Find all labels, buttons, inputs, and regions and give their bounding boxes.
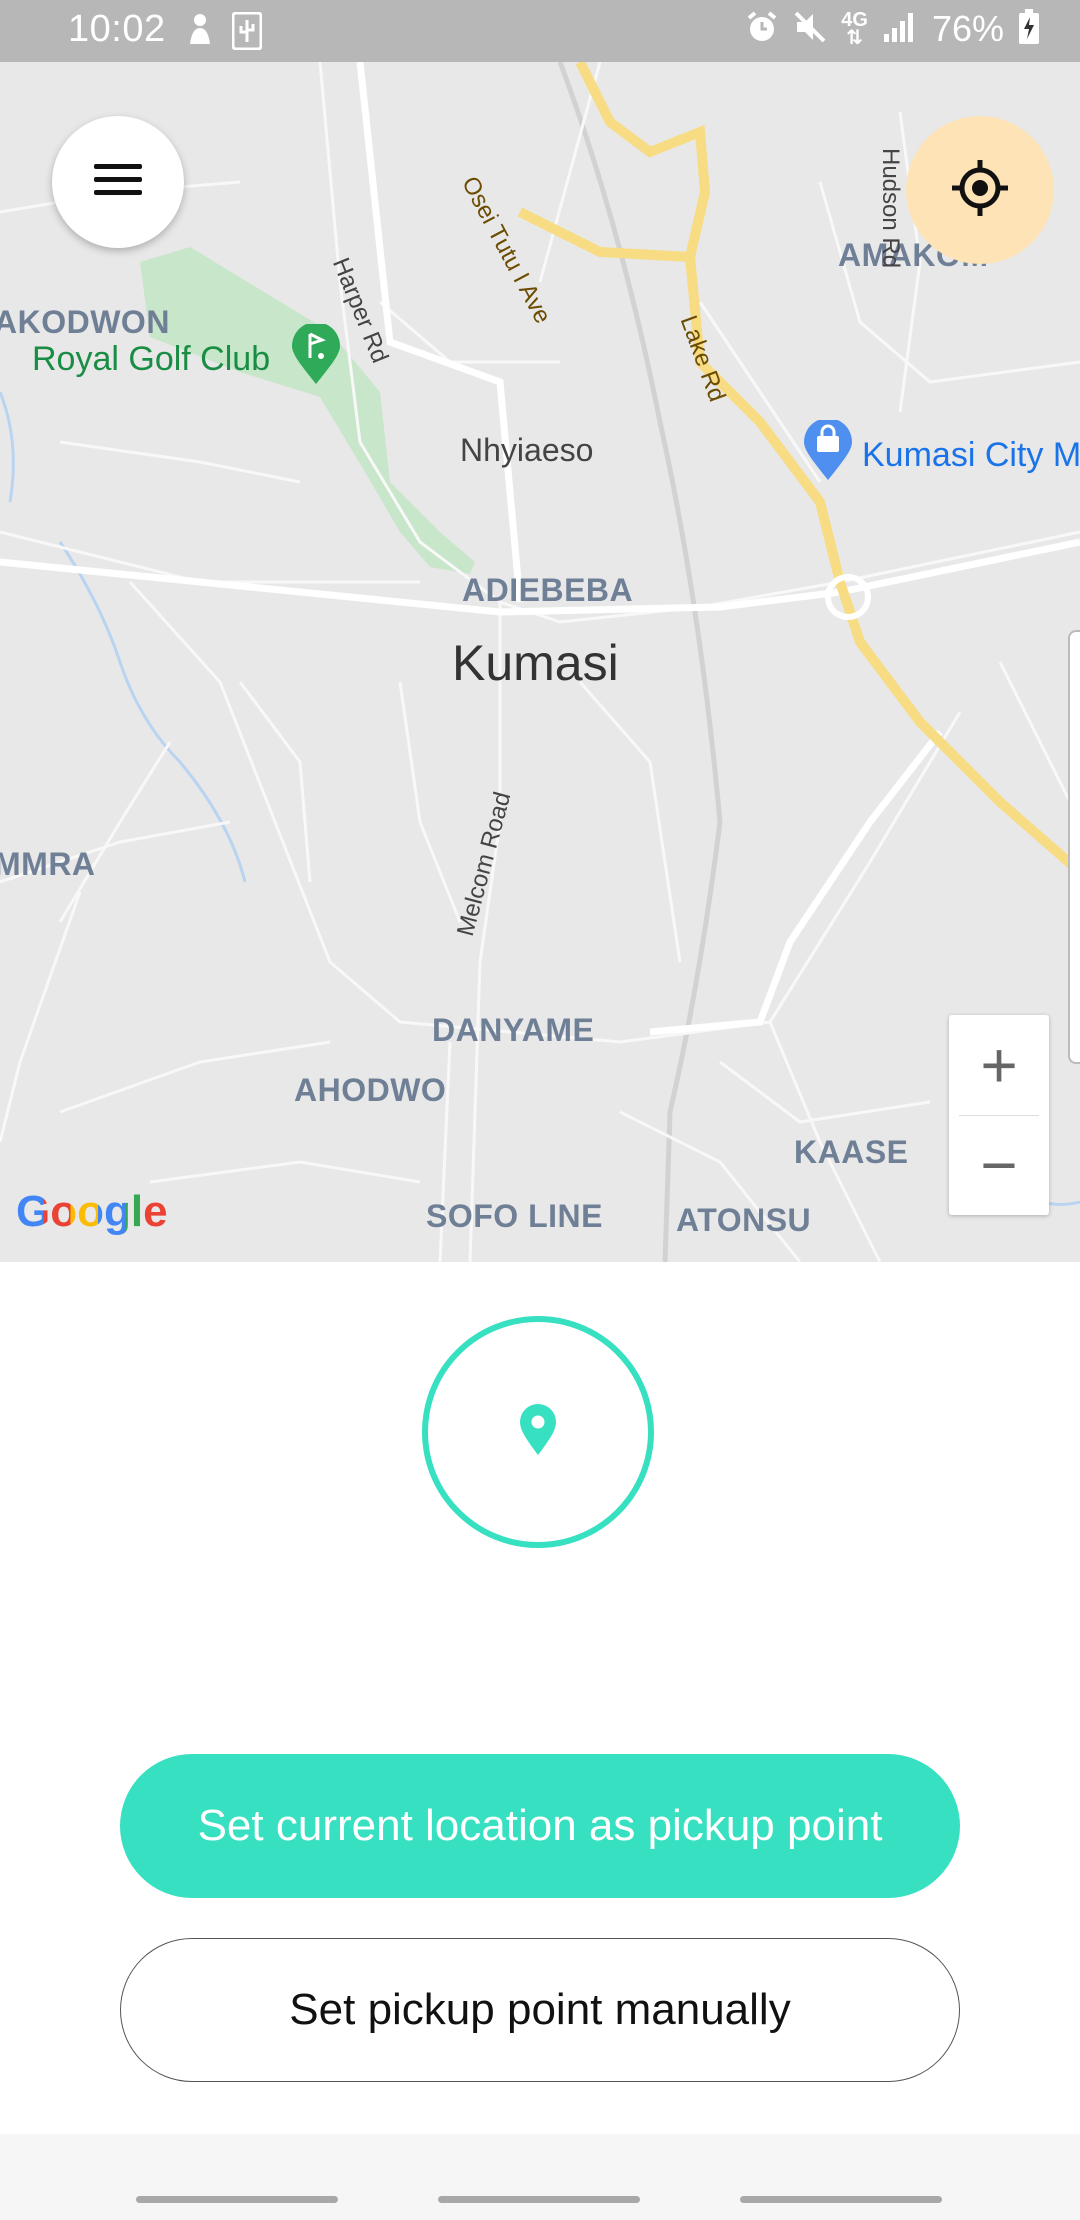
crosshair-icon bbox=[950, 158, 1010, 223]
hamburger-icon bbox=[94, 162, 142, 203]
nav-home-button[interactable] bbox=[438, 2196, 640, 2203]
map-area-label: MMRA bbox=[0, 846, 96, 882]
nav-back-button[interactable] bbox=[740, 2196, 942, 2203]
map-city-label: Kumasi bbox=[452, 635, 619, 691]
menu-button[interactable] bbox=[52, 116, 184, 248]
nav-recent-button[interactable] bbox=[136, 2196, 338, 2203]
map-area-label: KAASE bbox=[794, 1134, 909, 1170]
map-view[interactable]: AKODWON AMAKOM ADIEBEBA MMRA DANYAME AHO… bbox=[0, 62, 1080, 1262]
network-4g-icon: 4G ⇅ bbox=[841, 9, 868, 49]
set-pickup-manually-button[interactable]: Set pickup point manually bbox=[120, 1938, 960, 2082]
zoom-controls: + − bbox=[949, 1015, 1049, 1215]
golf-icon[interactable] bbox=[290, 322, 342, 391]
map-area-label: DANYAME bbox=[432, 1012, 595, 1048]
navigation-bar bbox=[0, 2134, 1080, 2220]
map-area-label: ADIEBEBA bbox=[462, 572, 634, 608]
road-label: Hudson Rd bbox=[877, 148, 904, 269]
shopping-icon[interactable] bbox=[802, 418, 854, 487]
map-area-label: ATONSU bbox=[676, 1202, 812, 1238]
alarm-icon bbox=[745, 10, 779, 49]
notification-icon bbox=[186, 12, 214, 55]
map-place-label: Nhyiaeso bbox=[460, 432, 594, 468]
map-area-label: AHODWO bbox=[294, 1072, 447, 1108]
google-logo: Google bbox=[16, 1187, 168, 1236]
battery-percent: 76% bbox=[931, 8, 1004, 49]
set-current-location-button[interactable]: Set current location as pickup point bbox=[120, 1754, 960, 1898]
map-area-label: AKODWON bbox=[0, 304, 170, 340]
my-location-button[interactable] bbox=[906, 116, 1054, 264]
side-panel-edge bbox=[1068, 630, 1080, 1064]
signal-icon bbox=[882, 10, 918, 49]
status-time: 10:02 bbox=[68, 8, 166, 50]
zoom-in-button[interactable]: + bbox=[949, 1015, 1049, 1115]
mute-icon bbox=[793, 10, 827, 49]
map-pin-icon bbox=[518, 1403, 558, 1462]
location-pin-indicator bbox=[422, 1316, 654, 1548]
poi-golf-label: Royal Golf Club bbox=[32, 340, 271, 378]
battery-charging-icon bbox=[1018, 8, 1040, 50]
zoom-out-button[interactable]: − bbox=[949, 1115, 1049, 1215]
usb-icon bbox=[231, 11, 263, 55]
poi-shop-label: Kumasi City M bbox=[862, 436, 1080, 474]
status-bar: 10:02 4G ⇅ 76% bbox=[0, 0, 1080, 62]
map-area-label: SOFO LINE bbox=[426, 1198, 603, 1234]
